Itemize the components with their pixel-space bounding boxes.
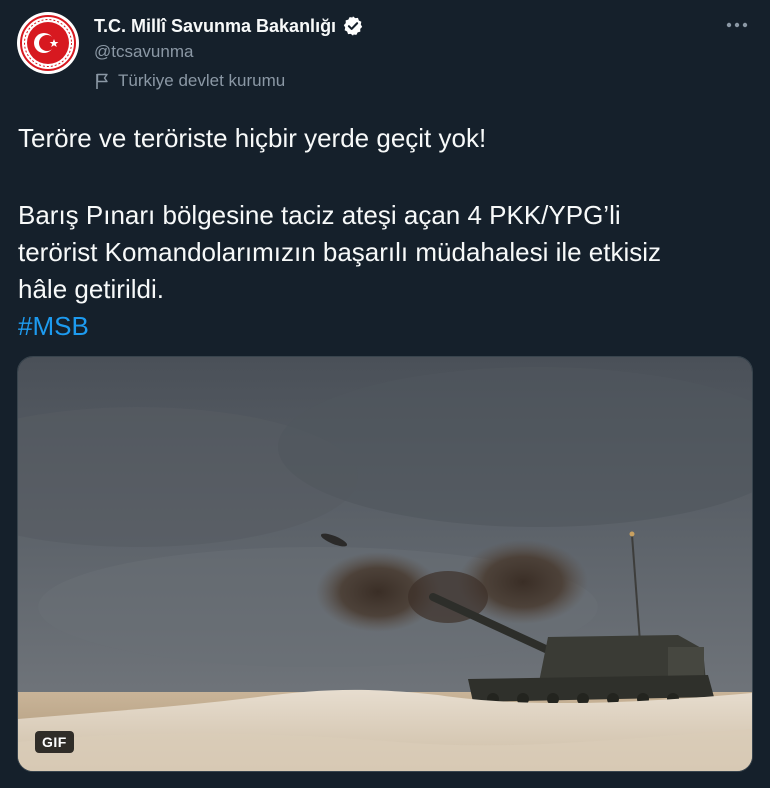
ministry-emblem-icon bbox=[18, 13, 78, 73]
tweet-media[interactable]: GIF bbox=[17, 356, 753, 772]
tweet-line-1: Teröre ve teröriste hiçbir yerde geçit y… bbox=[18, 123, 487, 153]
account-name-row: T.C. Millî Savunma Bakanlığı bbox=[94, 13, 364, 39]
media-image bbox=[18, 357, 752, 771]
account-handle[interactable]: @tcsavunma bbox=[94, 42, 193, 62]
flag-icon bbox=[96, 73, 108, 89]
verified-badge-icon bbox=[343, 16, 363, 36]
account-label: Türkiye devlet kurumu bbox=[94, 71, 285, 91]
gif-badge: GIF bbox=[35, 731, 74, 753]
more-icon bbox=[726, 22, 748, 28]
account-name[interactable]: T.C. Millî Savunma Bakanlığı bbox=[94, 16, 336, 37]
tweet-text: Teröre ve teröriste hiçbir yerde geçit y… bbox=[18, 120, 758, 345]
tweet-line-4: hâle getirildi. bbox=[18, 274, 164, 304]
hashtag-link[interactable]: #MSB bbox=[18, 311, 89, 341]
avatar[interactable] bbox=[17, 12, 79, 74]
more-button[interactable] bbox=[722, 12, 752, 38]
tweet-line-3: terörist Komandolarımızın başarılı müdah… bbox=[18, 237, 662, 267]
tweet-line-2: Barış Pınarı bölgesine taciz ateşi açan … bbox=[18, 200, 621, 230]
account-label-text: Türkiye devlet kurumu bbox=[118, 71, 286, 90]
